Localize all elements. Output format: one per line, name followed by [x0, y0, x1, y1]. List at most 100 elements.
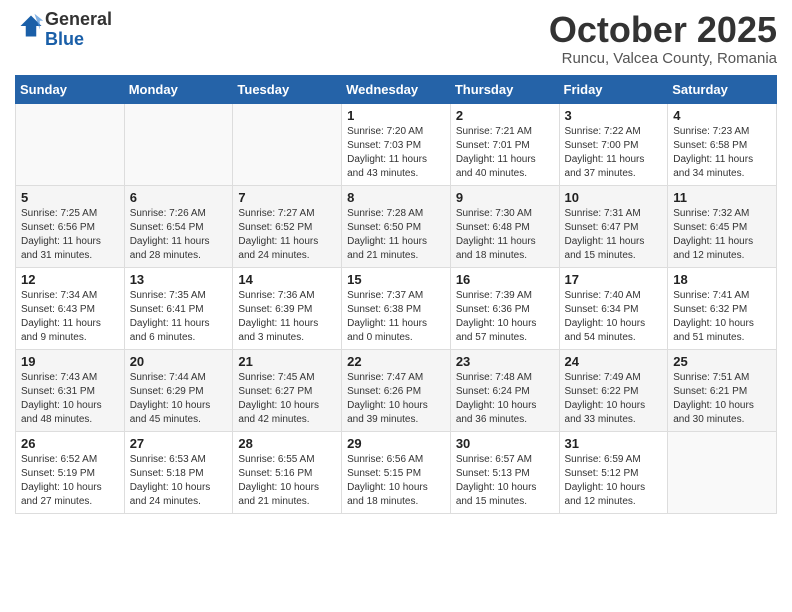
day-cell: 18Sunrise: 7:41 AMSunset: 6:32 PMDayligh… [668, 267, 777, 349]
day-number: 24 [565, 354, 663, 369]
day-info: Sunrise: 7:26 AMSunset: 6:54 PMDaylight:… [130, 207, 228, 263]
day-cell: 6 Sunrise: 7:26 AMSunset: 6:54 PMDaylight… [124, 185, 233, 267]
day-info: Sunrise: 7:35 AMSunset: 6:41 PMDaylight:… [130, 289, 228, 345]
day-info: Sunrise: 7:21 AMSunset: 7:01 PMDaylight:… [456, 125, 554, 181]
day-number: 7 [238, 190, 336, 205]
calendar-page: General Blue October 2025 Runcu, Valcea … [0, 0, 792, 612]
calendar-body: 1 Sunrise: 7:20 AMSunset: 7:03 PMDaylight… [16, 103, 777, 513]
day-number: 2 [456, 108, 554, 123]
logo-text: General Blue [45, 10, 112, 50]
day-info: Sunrise: 6:53 AMSunset: 5:18 PMDaylight:… [130, 453, 228, 509]
header: General Blue October 2025 Runcu, Valcea … [15, 10, 777, 67]
day-number: 26 [21, 436, 119, 451]
logo: General Blue [15, 10, 112, 50]
day-cell: 1 Sunrise: 7:20 AMSunset: 7:03 PMDaylight… [342, 103, 451, 185]
day-number: 21 [238, 354, 336, 369]
day-cell: 15Sunrise: 7:37 AMSunset: 6:38 PMDayligh… [342, 267, 451, 349]
calendar-title: October 2025 [549, 10, 777, 50]
day-number: 29 [347, 436, 445, 451]
day-info: Sunrise: 7:22 AMSunset: 7:00 PMDaylight:… [565, 125, 663, 181]
day-cell: 13 Sunrise: 7:35 AMSunset: 6:41 PMDayligh… [124, 267, 233, 349]
day-cell: 2 Sunrise: 7:21 AMSunset: 7:01 PMDaylight… [450, 103, 559, 185]
day-number: 13 [130, 272, 228, 287]
day-info: Sunrise: 7:49 AMSunset: 6:22 PMDaylight:… [565, 371, 663, 427]
week-row-3: 12Sunrise: 7:34 AMSunset: 6:43 PMDayligh… [16, 267, 777, 349]
day-number: 22 [347, 354, 445, 369]
day-cell: 3 Sunrise: 7:22 AMSunset: 7:00 PMDaylight… [559, 103, 668, 185]
day-info: Sunrise: 6:56 AMSunset: 5:15 PMDaylight:… [347, 453, 445, 509]
day-cell: 30 Sunrise: 6:57 AMSunset: 5:13 PMDayligh… [450, 431, 559, 513]
day-cell: 22 Sunrise: 7:47 AMSunset: 6:26 PMDayligh… [342, 349, 451, 431]
day-info: Sunrise: 7:20 AMSunset: 7:03 PMDaylight:… [347, 125, 445, 181]
header-sunday: Sunday [16, 75, 125, 103]
day-cell: 26 Sunrise: 6:52 AMSunset: 5:19 PMDayligh… [16, 431, 125, 513]
day-cell: 29 Sunrise: 6:56 AMSunset: 5:15 PMDayligh… [342, 431, 451, 513]
day-info: Sunrise: 7:44 AMSunset: 6:29 PMDaylight:… [130, 371, 228, 427]
day-info: Sunrise: 7:47 AMSunset: 6:26 PMDaylight:… [347, 371, 445, 427]
day-cell: 23 Sunrise: 7:48 AMSunset: 6:24 PMDayligh… [450, 349, 559, 431]
day-number: 6 [130, 190, 228, 205]
logo-general: General [45, 10, 112, 30]
day-number: 9 [456, 190, 554, 205]
day-number: 11 [673, 190, 771, 205]
day-info: Sunrise: 7:30 AMSunset: 6:48 PMDaylight:… [456, 207, 554, 263]
day-cell: 5Sunrise: 7:25 AMSunset: 6:56 PMDaylight… [16, 185, 125, 267]
week-row-1: 1 Sunrise: 7:20 AMSunset: 7:03 PMDaylight… [16, 103, 777, 185]
header-wednesday: Wednesday [342, 75, 451, 103]
day-number: 23 [456, 354, 554, 369]
day-info: Sunrise: 7:40 AMSunset: 6:34 PMDaylight:… [565, 289, 663, 345]
day-info: Sunrise: 7:32 AMSunset: 6:45 PMDaylight:… [673, 207, 771, 263]
day-info: Sunrise: 6:59 AMSunset: 5:12 PMDaylight:… [565, 453, 663, 509]
day-cell: 17 Sunrise: 7:40 AMSunset: 6:34 PMDayligh… [559, 267, 668, 349]
day-info: Sunrise: 7:28 AMSunset: 6:50 PMDaylight:… [347, 207, 445, 263]
logo-icon [17, 12, 45, 40]
day-cell: 10Sunrise: 7:31 AMSunset: 6:47 PMDayligh… [559, 185, 668, 267]
day-cell: 7 Sunrise: 7:27 AMSunset: 6:52 PMDaylight… [233, 185, 342, 267]
calendar-table: Sunday Monday Tuesday Wednesday Thursday… [15, 75, 777, 514]
day-cell: 12Sunrise: 7:34 AMSunset: 6:43 PMDayligh… [16, 267, 125, 349]
day-number: 27 [130, 436, 228, 451]
day-info: Sunrise: 7:27 AMSunset: 6:52 PMDaylight:… [238, 207, 336, 263]
day-number: 18 [673, 272, 771, 287]
day-info: Sunrise: 7:25 AMSunset: 6:56 PMDaylight:… [21, 207, 119, 263]
day-cell: 14 Sunrise: 7:36 AMSunset: 6:39 PMDayligh… [233, 267, 342, 349]
day-number: 19 [21, 354, 119, 369]
title-section: October 2025 Runcu, Valcea County, Roman… [549, 10, 777, 67]
day-cell: 4 Sunrise: 7:23 AMSunset: 6:58 PMDaylight… [668, 103, 777, 185]
day-cell: 25Sunrise: 7:51 AMSunset: 6:21 PMDayligh… [668, 349, 777, 431]
header-monday: Monday [124, 75, 233, 103]
day-number: 10 [565, 190, 663, 205]
day-cell: 20Sunrise: 7:44 AMSunset: 6:29 PMDayligh… [124, 349, 233, 431]
week-row-5: 26 Sunrise: 6:52 AMSunset: 5:19 PMDayligh… [16, 431, 777, 513]
day-number: 17 [565, 272, 663, 287]
day-cell: 27 Sunrise: 6:53 AMSunset: 5:18 PMDayligh… [124, 431, 233, 513]
day-cell [233, 103, 342, 185]
day-cell: 9 Sunrise: 7:30 AMSunset: 6:48 PMDaylight… [450, 185, 559, 267]
header-thursday: Thursday [450, 75, 559, 103]
header-friday: Friday [559, 75, 668, 103]
day-cell [16, 103, 125, 185]
day-cell [124, 103, 233, 185]
day-info: Sunrise: 7:23 AMSunset: 6:58 PMDaylight:… [673, 125, 771, 181]
day-number: 1 [347, 108, 445, 123]
day-info: Sunrise: 6:52 AMSunset: 5:19 PMDaylight:… [21, 453, 119, 509]
day-cell: 16Sunrise: 7:39 AMSunset: 6:36 PMDayligh… [450, 267, 559, 349]
week-row-4: 19Sunrise: 7:43 AMSunset: 6:31 PMDayligh… [16, 349, 777, 431]
day-info: Sunrise: 7:48 AMSunset: 6:24 PMDaylight:… [456, 371, 554, 427]
day-info: Sunrise: 7:51 AMSunset: 6:21 PMDaylight:… [673, 371, 771, 427]
day-number: 4 [673, 108, 771, 123]
day-number: 15 [347, 272, 445, 287]
day-info: Sunrise: 6:57 AMSunset: 5:13 PMDaylight:… [456, 453, 554, 509]
day-info: Sunrise: 7:34 AMSunset: 6:43 PMDaylight:… [21, 289, 119, 345]
day-number: 3 [565, 108, 663, 123]
day-cell: 11 Sunrise: 7:32 AMSunset: 6:45 PMDayligh… [668, 185, 777, 267]
day-cell [668, 431, 777, 513]
day-info: Sunrise: 7:36 AMSunset: 6:39 PMDaylight:… [238, 289, 336, 345]
day-number: 30 [456, 436, 554, 451]
day-cell: 24 Sunrise: 7:49 AMSunset: 6:22 PMDayligh… [559, 349, 668, 431]
day-number: 16 [456, 272, 554, 287]
week-row-2: 5Sunrise: 7:25 AMSunset: 6:56 PMDaylight… [16, 185, 777, 267]
day-number: 14 [238, 272, 336, 287]
header-tuesday: Tuesday [233, 75, 342, 103]
day-cell: 31Sunrise: 6:59 AMSunset: 5:12 PMDayligh… [559, 431, 668, 513]
